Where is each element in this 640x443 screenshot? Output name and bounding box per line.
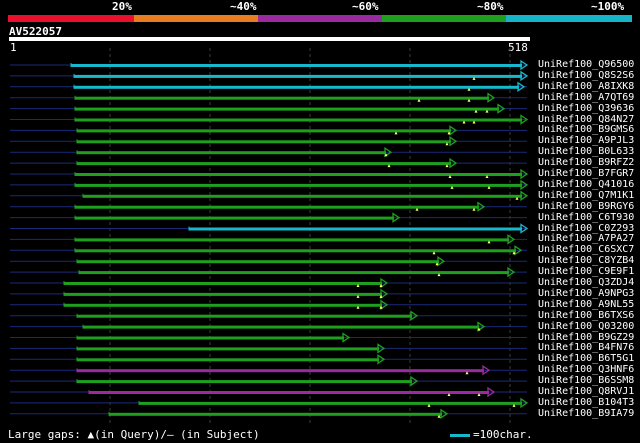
hit-label[interactable]: UniRef100_C6SXC7 <box>538 244 634 255</box>
hit-bar <box>77 140 451 144</box>
hit-label[interactable]: UniRef100_C6T930 <box>538 212 634 223</box>
scale-bar <box>450 434 470 437</box>
hit-bar <box>139 401 522 405</box>
hit-label[interactable]: UniRef100_C9E9F1 <box>538 266 634 277</box>
hit-label[interactable]: UniRef100_A8IXK8 <box>538 81 634 92</box>
hit-bar <box>77 369 484 373</box>
hit-bar <box>64 282 382 285</box>
hit-label[interactable]: UniRef100_B104T3 <box>538 397 634 408</box>
hit-label[interactable]: UniRef100_B9IA79 <box>538 408 634 419</box>
hit-label[interactable]: UniRef100_Q8S2S6 <box>538 70 634 81</box>
hit-bar <box>77 314 412 318</box>
hit-bar <box>64 292 382 296</box>
hit-label[interactable]: UniRef100_Q3ZDJ4 <box>538 277 634 288</box>
hit-label[interactable]: UniRef100_B0L633 <box>538 146 634 157</box>
hit-bar <box>77 129 451 133</box>
hit-label[interactable]: UniRef100_B7FGR7 <box>538 168 634 179</box>
hit-label[interactable]: UniRef100_C0Z293 <box>538 223 634 234</box>
gaps-legend: Large gaps: ▲(in Query)/– (in Subject) <box>8 428 260 441</box>
hit-label[interactable]: UniRef100_B6SSM8 <box>538 375 634 386</box>
hit-bar <box>74 85 519 89</box>
hit-bar <box>77 380 412 384</box>
hit-label[interactable]: UniRef100_Q8RVJ1 <box>538 386 634 397</box>
hit-bar <box>79 271 509 275</box>
hit-label[interactable]: UniRef100_B9RGY6 <box>538 201 634 212</box>
hit-label[interactable]: UniRef100_C8YZB4 <box>538 255 634 266</box>
hit-bar <box>75 216 394 220</box>
hit-label[interactable]: UniRef100_A9NL55 <box>538 299 634 310</box>
hit-bar <box>75 249 516 253</box>
hit-bar <box>75 183 522 187</box>
hit-label[interactable]: UniRef100_A9PJL3 <box>538 135 634 146</box>
scale-label: =100char. <box>473 428 533 441</box>
hit-bar <box>83 325 479 329</box>
hit-label[interactable]: UniRef100_B9GMS6 <box>538 124 634 135</box>
hit-label[interactable]: UniRef100_B9GZ29 <box>538 332 634 343</box>
hit-bar <box>75 107 499 111</box>
hit-bar <box>77 347 379 351</box>
hit-label[interactable]: UniRef100_A7PA27 <box>538 233 634 244</box>
hit-label[interactable]: UniRef100_Q84N27 <box>538 114 634 125</box>
hit-label[interactable]: UniRef100_B6T5G1 <box>538 353 634 364</box>
hit-bar <box>64 303 382 307</box>
hit-label[interactable]: UniRef100_A9NPG3 <box>538 288 634 299</box>
hit-label[interactable]: UniRef100_B9RFZ2 <box>538 157 634 168</box>
hit-bar <box>75 238 509 242</box>
hit-bar <box>75 118 522 122</box>
hit-bar <box>77 151 386 155</box>
hit-label[interactable]: UniRef100_A7QT69 <box>538 92 634 103</box>
hit-label[interactable]: UniRef100_B6TXS6 <box>538 310 634 321</box>
hit-bar <box>75 96 489 100</box>
hit-bar <box>71 64 522 67</box>
hit-bar <box>77 336 344 340</box>
hit-bar <box>75 173 522 176</box>
hit-bar <box>77 162 451 166</box>
hit-label[interactable]: UniRef100_Q41016 <box>538 179 634 190</box>
hit-label[interactable]: UniRef100_Q39636 <box>538 103 634 114</box>
hit-bar <box>77 358 379 362</box>
hit-bar <box>74 74 522 78</box>
hit-label[interactable]: UniRef100_Q03200 <box>538 321 634 332</box>
hit-label[interactable]: UniRef100_B4FN76 <box>538 342 634 353</box>
hit-label[interactable]: UniRef100_Q3HNF6 <box>538 364 634 375</box>
hit-label[interactable]: UniRef100_Q7M1K1 <box>538 190 634 201</box>
hit-bar <box>75 205 479 209</box>
hit-bar <box>89 391 489 394</box>
hit-bar <box>109 412 442 416</box>
hit-label[interactable]: UniRef100_Q96500 <box>538 59 634 70</box>
hit-bar <box>189 227 522 231</box>
hit-bar <box>83 194 522 198</box>
hit-bar <box>77 260 439 264</box>
